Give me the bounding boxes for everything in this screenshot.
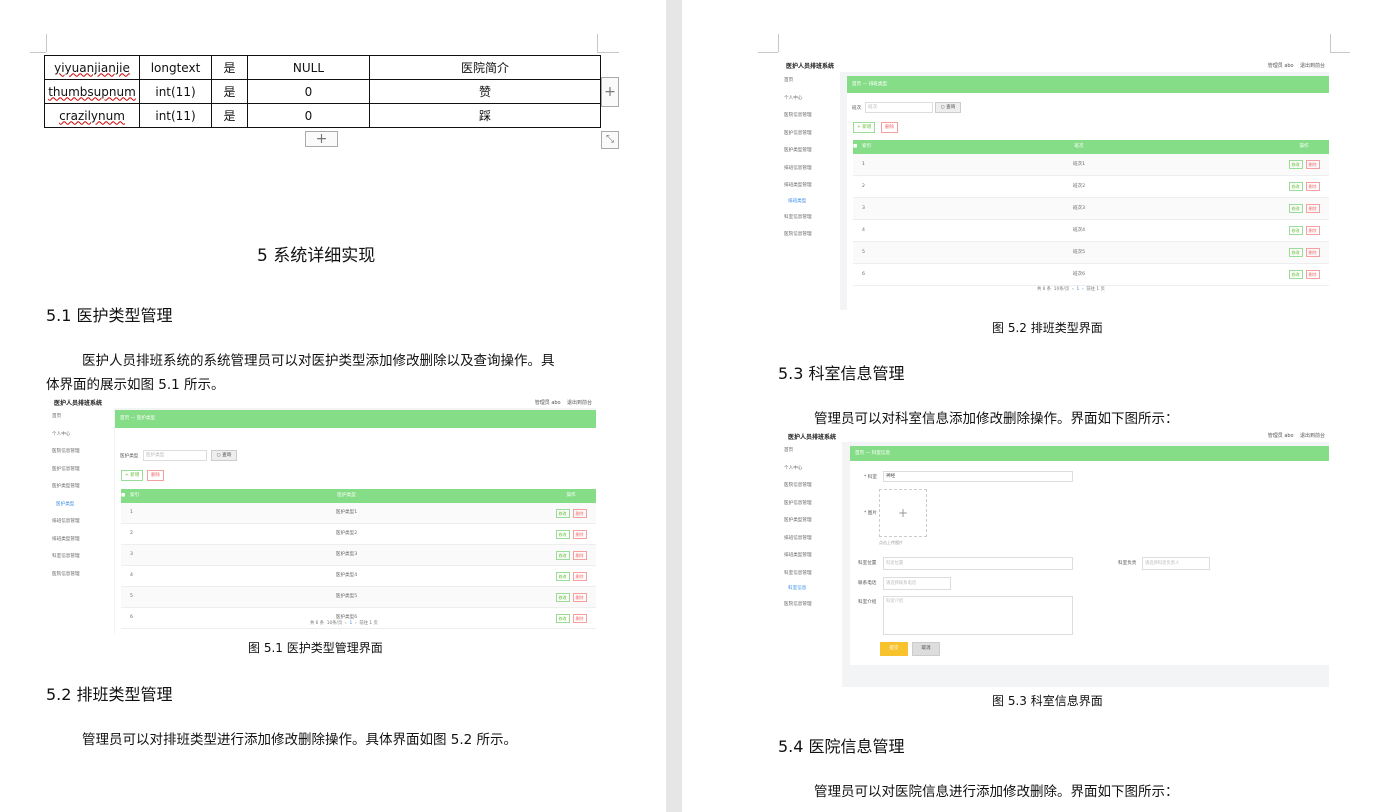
table-row: crazilynum int(11) 是 0 踩: [44, 103, 601, 128]
sidebar: 首页 个人中心 医院信息管理 医护信息管理 医护类型管理 排班信息管理 排班类型…: [778, 442, 842, 687]
figure-5-2-screenshot: 医护人员排班系统 管理员 abo 退出到前台 首页 个人中心 医院信息管理 医护…: [778, 58, 1329, 310]
upload-plus-icon: +: [879, 489, 927, 537]
paragraph: 医护人员排班系统的系统管理员可以对医护类型添加修改删除以及查询操作。具: [82, 353, 555, 369]
crop-mark: [778, 34, 779, 52]
paragraph: 管理员可以对科室信息添加修改删除操作。界面如下图所示：: [814, 411, 1179, 427]
add-row-icon[interactable]: +: [305, 131, 338, 147]
section-title: 5.4 医院信息管理: [778, 737, 905, 756]
chapter-title: 5 系统详细实现: [257, 246, 376, 266]
table-row: yiyuanjianjie longtext 是 NULL 医院简介: [44, 55, 601, 80]
crop-mark: [758, 52, 778, 53]
figure-5-1-screenshot: 医护人员排班系统 管理员 abo 退出到前台 首页 个人中心 医院信息管理 医护…: [46, 396, 596, 634]
db-field-table: yiyuanjianjie longtext 是 NULL 医院简介 thumbsupn…: [44, 55, 601, 128]
sidebar: 首页 个人中心 医院信息管理 医护信息管理 医护类型管理 医护类型 排班信息管理…: [46, 408, 114, 634]
crop-mark: [46, 34, 47, 52]
section-title: 5.1 医护类型管理: [46, 306, 173, 325]
table-row: thumbsupnum int(11) 是 0 赞: [44, 79, 601, 104]
paragraph: 管理员可以对医院信息进行添加修改删除。界面如下图所示：: [814, 784, 1179, 800]
crop-mark: [597, 34, 598, 52]
crop-mark: [30, 52, 46, 53]
crop-mark: [1330, 52, 1350, 53]
sidebar: 首页 个人中心 医院信息管理 医护信息管理 医护类型管理 排班信息管理 排班类型…: [778, 72, 840, 310]
crop-mark: [597, 52, 619, 53]
paragraph: 体界面的展示如图 5.1 所示。: [46, 377, 225, 393]
paragraph: 管理员可以对排班类型进行添加修改删除操作。具体界面如图 5.2 所示。: [82, 732, 518, 748]
section-title: 5.3 科室信息管理: [778, 364, 905, 383]
section-title: 5.2 排班类型管理: [46, 685, 173, 704]
add-column-icon[interactable]: +: [601, 77, 619, 107]
resize-handle-icon[interactable]: ⤡: [601, 131, 619, 149]
figure-caption: 图 5.2 排班类型界面: [992, 321, 1103, 335]
figure-caption: 图 5.3 科室信息界面: [992, 694, 1103, 708]
page-gap: [666, 0, 682, 812]
figure-caption: 图 5.1 医护类型管理界面: [248, 641, 383, 655]
figure-5-3-screenshot: 医护人员排班系统 管理员 abo 退出到前台 首页 个人中心 医院信息管理 医护…: [778, 430, 1329, 687]
crop-mark: [1330, 34, 1331, 52]
